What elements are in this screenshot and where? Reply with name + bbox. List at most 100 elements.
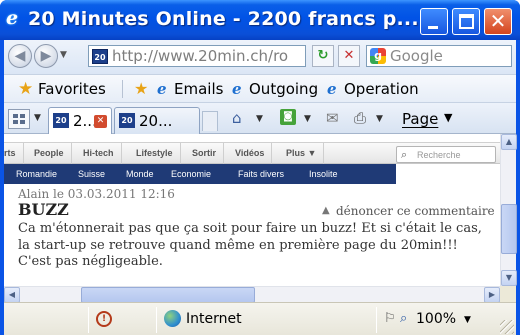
section-nav-item[interactable]: Faits divers (238, 164, 284, 184)
search-input[interactable]: g Google (366, 45, 512, 67)
refresh-icon: ↻ (317, 48, 329, 63)
maximize-icon (459, 14, 474, 29)
close-button[interactable]: ✕ (484, 8, 512, 35)
site-favicon-icon: 20 (92, 49, 108, 64)
google-icon: g (370, 48, 386, 64)
horizontal-scroll-thumb[interactable] (81, 287, 255, 303)
site-section-nav: Romandie Suisse Monde Economie Faits div… (4, 164, 396, 184)
scroll-down-icon[interactable]: ▼ (501, 270, 517, 286)
mail-icon: ✉ (326, 109, 339, 127)
separator (376, 307, 377, 333)
vertical-scrollbar[interactable]: ▲ ▼ (500, 134, 517, 286)
section-nav-item[interactable]: Insolite (309, 164, 338, 184)
scroll-right-icon[interactable]: ▶ (484, 287, 500, 303)
zoom-level[interactable]: 100% (416, 309, 456, 329)
section-nav-item[interactable]: Romandie (16, 164, 57, 184)
forward-button[interactable]: ▶ (34, 44, 58, 68)
internet-zone-globe-icon[interactable] (164, 310, 181, 327)
search-placeholder: Google (390, 47, 443, 65)
separator (122, 80, 123, 98)
browser-chrome: ◀ ▶ ▼ 20 http://www.20min.ch/ro ↻ ✕ g Go… (4, 40, 517, 335)
url-text: http://www.20min.ch/ro (112, 47, 289, 65)
chevron-down-icon: ▼ (256, 114, 263, 124)
zoom-magnifier-icon[interactable]: ⌕ (400, 310, 407, 328)
title-bar[interactable]: e 20 Minutes Online - 2200 francs p... ✕ (0, 0, 520, 40)
zoom-dropdown-icon[interactable]: ▼ (464, 315, 471, 325)
horizontal-scrollbar[interactable]: ◀ ▶ (4, 286, 500, 303)
close-tab-icon[interactable]: ✕ (94, 115, 107, 128)
new-tab-button[interactable] (202, 111, 218, 131)
site-nav-item[interactable]: Lifestyle (129, 143, 181, 164)
tab-bar: ▼ 20 2... ✕ 20 20... ⌂ ▼ ◙ ▼ ✉ ⎙ ▼ Page … (4, 102, 516, 135)
vertical-scroll-thumb[interactable] (501, 204, 517, 254)
minimize-icon (428, 26, 438, 29)
ie-page-icon: e (232, 80, 242, 98)
tab-list-dropdown-icon[interactable]: ▼ (34, 113, 41, 123)
section-nav-item[interactable]: Economie (171, 164, 211, 184)
site-nav-more[interactable]: Plus ▼ (279, 143, 325, 164)
feeds-button[interactable]: ◙ ▼ (280, 107, 320, 131)
quick-tabs-button[interactable] (8, 109, 30, 129)
tab-favicon-icon: 20 (53, 113, 69, 128)
chevron-down-icon: ▼ (304, 114, 311, 124)
scroll-left-icon[interactable]: ◀ (4, 287, 20, 303)
site-nav-item[interactable]: People (27, 143, 72, 164)
site-search-placeholder: Recherche (417, 150, 461, 160)
favorite-link-label: Operation (344, 80, 419, 98)
separator (156, 307, 157, 333)
window-title: 20 Minutes Online - 2200 francs p... (28, 8, 419, 30)
scroll-up-icon[interactable]: ▲ (501, 134, 517, 150)
favorite-link-label: Outgoing (249, 80, 319, 98)
protected-mode-icon[interactable]: ⚐ (384, 310, 396, 328)
minimize-button[interactable] (420, 8, 448, 35)
stop-icon: ✕ (343, 48, 355, 63)
feeds-icon: ◙ (280, 109, 296, 125)
comment-title: BUZZ (18, 200, 69, 219)
maximize-button[interactable] (452, 8, 480, 35)
chevron-down-icon: ▼ (444, 111, 453, 124)
favorites-bar: ★ Favorites ★ e Emails e Outgoing e Oper… (4, 74, 516, 102)
print-button[interactable]: ⎙ ▼ (354, 107, 394, 131)
comment-block: Alain le 03.03.2011 12:16 BUZZ ▲ dénonce… (4, 184, 500, 286)
back-arrow-icon: ◀ (14, 48, 26, 64)
close-icon: ✕ (489, 9, 507, 33)
scroll-corner (500, 286, 516, 302)
home-icon: ⌂ (232, 109, 242, 127)
refresh-button[interactable]: ↻ (312, 45, 334, 67)
section-nav-item[interactable]: Monde (126, 164, 154, 184)
printer-icon: ⎙ (354, 109, 367, 127)
status-bar: ! Internet ⚐ ⌕ 100% ▼ (4, 302, 516, 335)
home-button[interactable]: ⌂ ▼ (232, 107, 266, 131)
ie-page-icon: e (157, 80, 167, 98)
tab-inactive[interactable]: 20 20... (114, 107, 200, 134)
stop-button[interactable]: ✕ (338, 45, 360, 67)
security-zone-label: Internet (186, 311, 242, 327)
warning-icon: ▲ (322, 205, 330, 216)
browser-window: e 20 Minutes Online - 2200 francs p... ✕… (0, 0, 520, 335)
site-nav-item[interactable]: Sortir (185, 143, 225, 164)
separator (88, 307, 89, 333)
resize-grip-icon[interactable] (500, 320, 514, 334)
read-mail-button[interactable]: ✉ (326, 107, 342, 131)
tab-active[interactable]: 20 2... ✕ (48, 107, 112, 135)
site-search-input[interactable]: ⌕ Recherche (396, 146, 496, 163)
back-button[interactable]: ◀ (8, 44, 32, 68)
privacy-report-icon[interactable]: ! (96, 311, 112, 327)
site-nav-item[interactable]: Hi-tech (76, 143, 122, 164)
tab-label: 20... (139, 112, 173, 130)
address-toolbar: ◀ ▶ ▼ 20 http://www.20min.ch/ro ↻ ✕ g Go… (4, 40, 516, 74)
favorites-label: Favorites (38, 80, 106, 98)
page-menu-button[interactable]: Page (402, 109, 438, 129)
site-top-nav: rts People Hi-tech Lifestyle Sortir Vidé… (4, 142, 500, 164)
section-nav-item[interactable]: Suisse (78, 164, 105, 184)
add-favorite-icon[interactable]: ★ (134, 78, 148, 100)
ie-page-icon: e (327, 80, 337, 98)
history-dropdown-icon[interactable]: ▼ (60, 50, 67, 60)
address-input[interactable]: 20 http://www.20min.ch/ro (88, 45, 306, 67)
site-nav-item[interactable]: Vidéos (228, 143, 273, 164)
favorite-link-label: Emails (174, 80, 224, 98)
favorites-star-icon: ★ (18, 79, 34, 99)
site-nav-item[interactable]: rts (4, 143, 24, 164)
ie-logo-icon: e (6, 7, 19, 29)
forward-arrow-icon: ▶ (40, 48, 52, 64)
